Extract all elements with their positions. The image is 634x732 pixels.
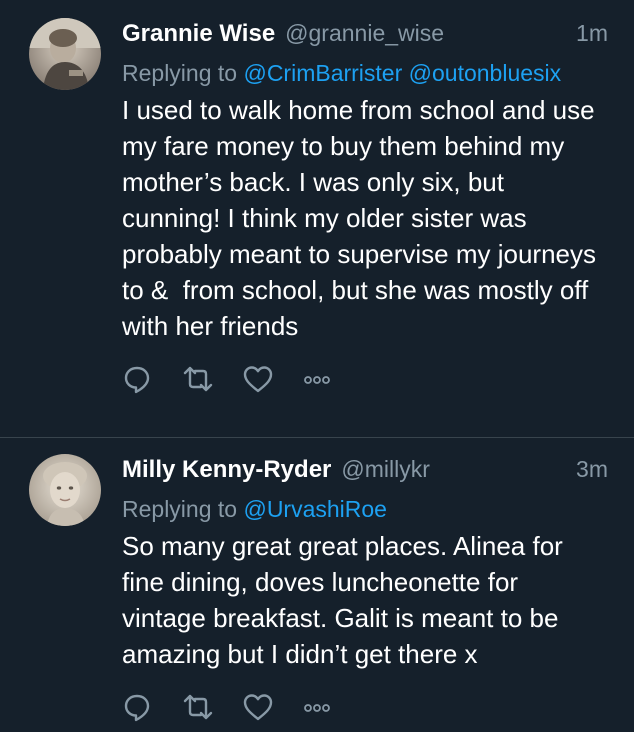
like-button[interactable]: [242, 362, 302, 396]
like-icon: [243, 694, 273, 721]
author-handle[interactable]: @millykr: [341, 456, 430, 483]
avatar-photo-milly: [29, 454, 101, 526]
more-icon: [304, 376, 330, 384]
avatar[interactable]: [29, 454, 101, 526]
replying-to: Replying to @CrimBarrister @outonbluesix: [122, 56, 610, 90]
tweet-actions: [122, 362, 610, 396]
reply-button[interactable]: [122, 362, 182, 396]
replying-to-label: Replying to: [122, 60, 238, 86]
retweet-icon: [183, 366, 213, 392]
reply-icon: [124, 366, 150, 394]
author-name[interactable]: Milly Kenny-Ryder: [122, 456, 331, 484]
like-button[interactable]: [242, 690, 302, 724]
tweet-text: I used to walk home from school and use …: [122, 95, 604, 341]
avatar-photo-grannie: [29, 18, 101, 90]
like-icon: [243, 366, 273, 393]
tweet-actions: [122, 690, 610, 724]
tweet[interactable]: Milly Kenny-Ryder @millykr 3m Replying t…: [0, 438, 634, 732]
retweet-button[interactable]: [182, 690, 242, 724]
more-button[interactable]: [302, 362, 362, 396]
mention-link[interactable]: @UrvashiRoe: [243, 496, 387, 522]
tweet[interactable]: Grannie Wise @grannie_wise 1m Replying t…: [0, 0, 634, 437]
reply-button[interactable]: [122, 690, 182, 724]
reply-icon: [124, 694, 150, 722]
author-name[interactable]: Grannie Wise: [122, 20, 275, 48]
avatar[interactable]: [29, 18, 101, 90]
replying-to: Replying to @UrvashiRoe: [122, 492, 610, 526]
author-handle[interactable]: @grannie_wise: [285, 20, 444, 47]
mention-link[interactable]: @CrimBarrister: [243, 60, 402, 86]
mention-link[interactable]: @outonbluesix: [409, 60, 562, 86]
retweet-button[interactable]: [182, 362, 242, 396]
more-icon: [304, 704, 330, 712]
tweet-header: Grannie Wise @grannie_wise 1m: [122, 20, 610, 56]
more-button[interactable]: [302, 690, 362, 724]
replying-to-label: Replying to: [122, 496, 238, 522]
tweet-text: So many great great places. Alinea for f…: [122, 531, 571, 669]
timestamp[interactable]: 1m: [576, 20, 610, 47]
tweet-header: Milly Kenny-Ryder @millykr 3m: [122, 456, 610, 492]
retweet-icon: [183, 694, 213, 720]
timestamp[interactable]: 3m: [576, 456, 610, 483]
